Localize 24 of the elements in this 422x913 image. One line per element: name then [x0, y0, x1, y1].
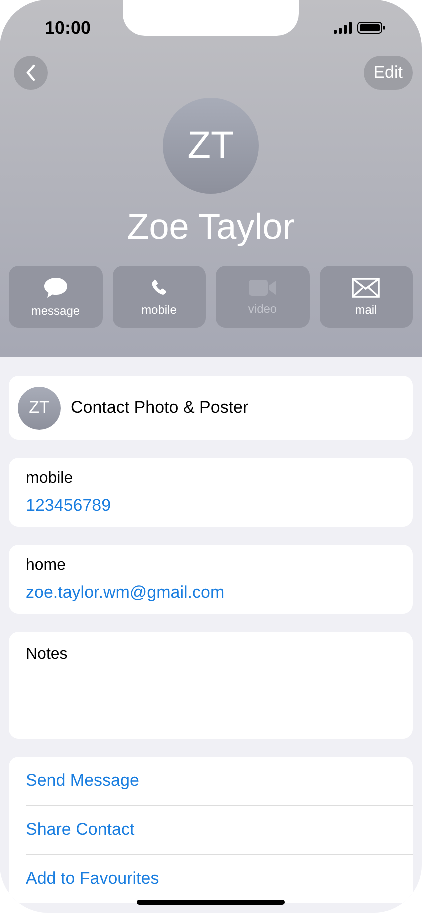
- field-value[interactable]: zoe.taylor.wm@gmail.com: [26, 582, 396, 602]
- notes-label: Notes: [26, 646, 68, 663]
- poster-card[interactable]: ZT Contact Photo & Poster: [9, 376, 413, 440]
- field-label: mobile: [26, 470, 74, 488]
- edit-button[interactable]: Edit: [364, 56, 413, 90]
- field-label: home: [26, 556, 68, 574]
- action-link[interactable]: Send Message: [26, 757, 413, 805]
- phone-action-button[interactable]: mobile: [112, 266, 206, 328]
- back-chevron-icon: [25, 64, 37, 82]
- envelope-icon: [352, 278, 380, 298]
- mail-action-button[interactable]: mail: [320, 266, 413, 328]
- contact-avatar: ZT: [163, 98, 259, 194]
- status-time: 10:00: [45, 18, 92, 38]
- small-avatar: ZT: [18, 386, 61, 430]
- back-button[interactable]: [14, 56, 48, 90]
- phone-icon: [149, 278, 170, 298]
- message-action-button[interactable]: message: [9, 266, 102, 328]
- field-value[interactable]: 123456789: [26, 496, 396, 516]
- action-link[interactable]: Share Contact: [26, 805, 413, 854]
- poster-label: Contact Photo & Poster: [71, 398, 249, 418]
- speech-bubble-icon: [42, 276, 69, 298]
- contact-name: Zoe Taylor: [127, 206, 295, 248]
- notes-card[interactable]: Notes: [9, 632, 413, 739]
- status-icons: [334, 21, 386, 35]
